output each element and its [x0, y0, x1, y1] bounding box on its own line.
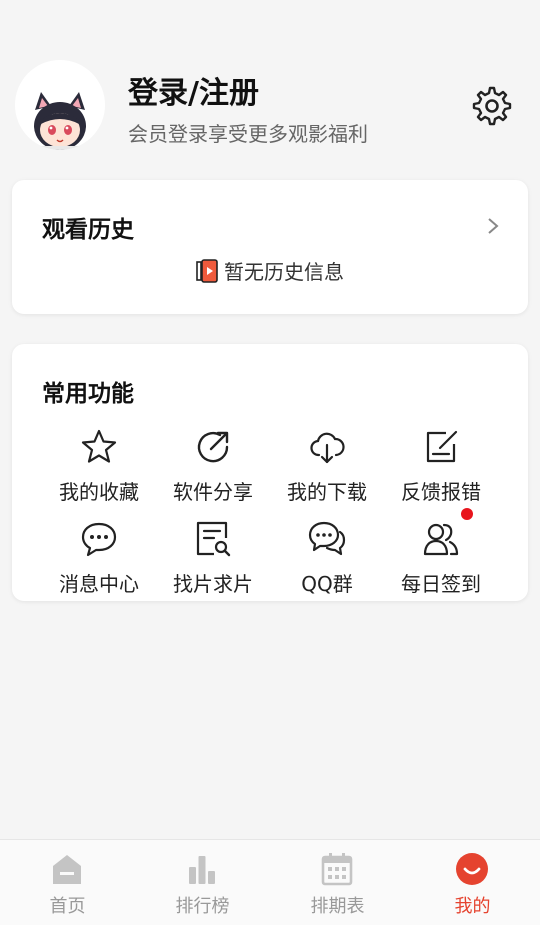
feedback-label: 反馈报错 — [401, 480, 481, 504]
share-app-label: 软件分享 — [173, 480, 253, 504]
tab-home[interactable]: 首页 — [0, 840, 135, 925]
video-book-icon — [196, 259, 218, 283]
messages-button[interactable]: 消息中心 — [42, 520, 156, 600]
request-movie-label: 找片求片 — [173, 572, 253, 596]
functions-title: 常用功能 — [42, 381, 134, 407]
avatar-image — [15, 60, 105, 150]
request-movie-button[interactable]: 找片求片 — [156, 520, 270, 600]
chat-group-icon — [308, 521, 346, 556]
tab-home-label: 首页 — [49, 896, 86, 917]
tab-ranking[interactable]: 排行榜 — [135, 840, 270, 925]
avatar[interactable] — [15, 60, 105, 150]
bottom-tab-bar: 首页 排行榜 排期表 我的 — [0, 839, 540, 925]
smile-icon — [456, 853, 488, 885]
users-icon — [423, 523, 459, 556]
bar-chart-icon — [189, 856, 215, 884]
functions-card: 常用功能 我的收藏 软件分享 我的下载 反馈报错 消息中心 找片求片 QQ群 每… — [12, 344, 528, 601]
login-subtitle: 会员登录享受更多观影福利 — [128, 122, 368, 146]
calendar-icon — [321, 853, 353, 886]
history-empty-text: 暂无历史信息 — [224, 260, 344, 284]
downloads-button[interactable]: 我的下载 — [270, 428, 384, 508]
history-empty: 暂无历史信息 — [12, 256, 528, 285]
edit-icon — [426, 430, 458, 463]
tab-ranking-label: 排行榜 — [175, 896, 230, 917]
share-icon — [197, 431, 229, 463]
star-icon — [81, 429, 117, 463]
tab-mine-label: 我的 — [454, 896, 491, 917]
feedback-button[interactable]: 反馈报错 — [384, 428, 498, 508]
history-card[interactable]: 观看历史 暂无历史信息 — [12, 180, 528, 314]
home-icon — [53, 855, 81, 884]
gear-icon[interactable] — [472, 86, 512, 126]
profile-header: 登录/注册 会员登录享受更多观影福利 — [0, 0, 540, 170]
favorites-label: 我的收藏 — [59, 480, 139, 504]
qq-group-label: QQ群 — [301, 572, 353, 596]
qq-group-button[interactable]: QQ群 — [270, 520, 384, 600]
downloads-label: 我的下载 — [287, 480, 367, 504]
daily-checkin-label: 每日签到 — [401, 572, 481, 596]
search-document-icon — [196, 521, 231, 557]
tab-mine[interactable]: 我的 — [405, 840, 540, 925]
cloud-download-icon — [310, 432, 345, 464]
history-title: 观看历史 — [42, 217, 134, 243]
messages-label: 消息中心 — [59, 572, 139, 596]
daily-checkin-button[interactable]: 每日签到 — [384, 508, 498, 600]
share-app-button[interactable]: 软件分享 — [156, 428, 270, 508]
favorites-button[interactable]: 我的收藏 — [42, 428, 156, 508]
tab-schedule[interactable]: 排期表 — [270, 840, 405, 925]
message-icon — [81, 522, 117, 557]
tab-schedule-label: 排期表 — [310, 896, 365, 917]
login-title[interactable]: 登录/注册 — [128, 68, 259, 112]
chevron-right-icon[interactable] — [486, 216, 500, 236]
notification-badge — [461, 508, 473, 520]
